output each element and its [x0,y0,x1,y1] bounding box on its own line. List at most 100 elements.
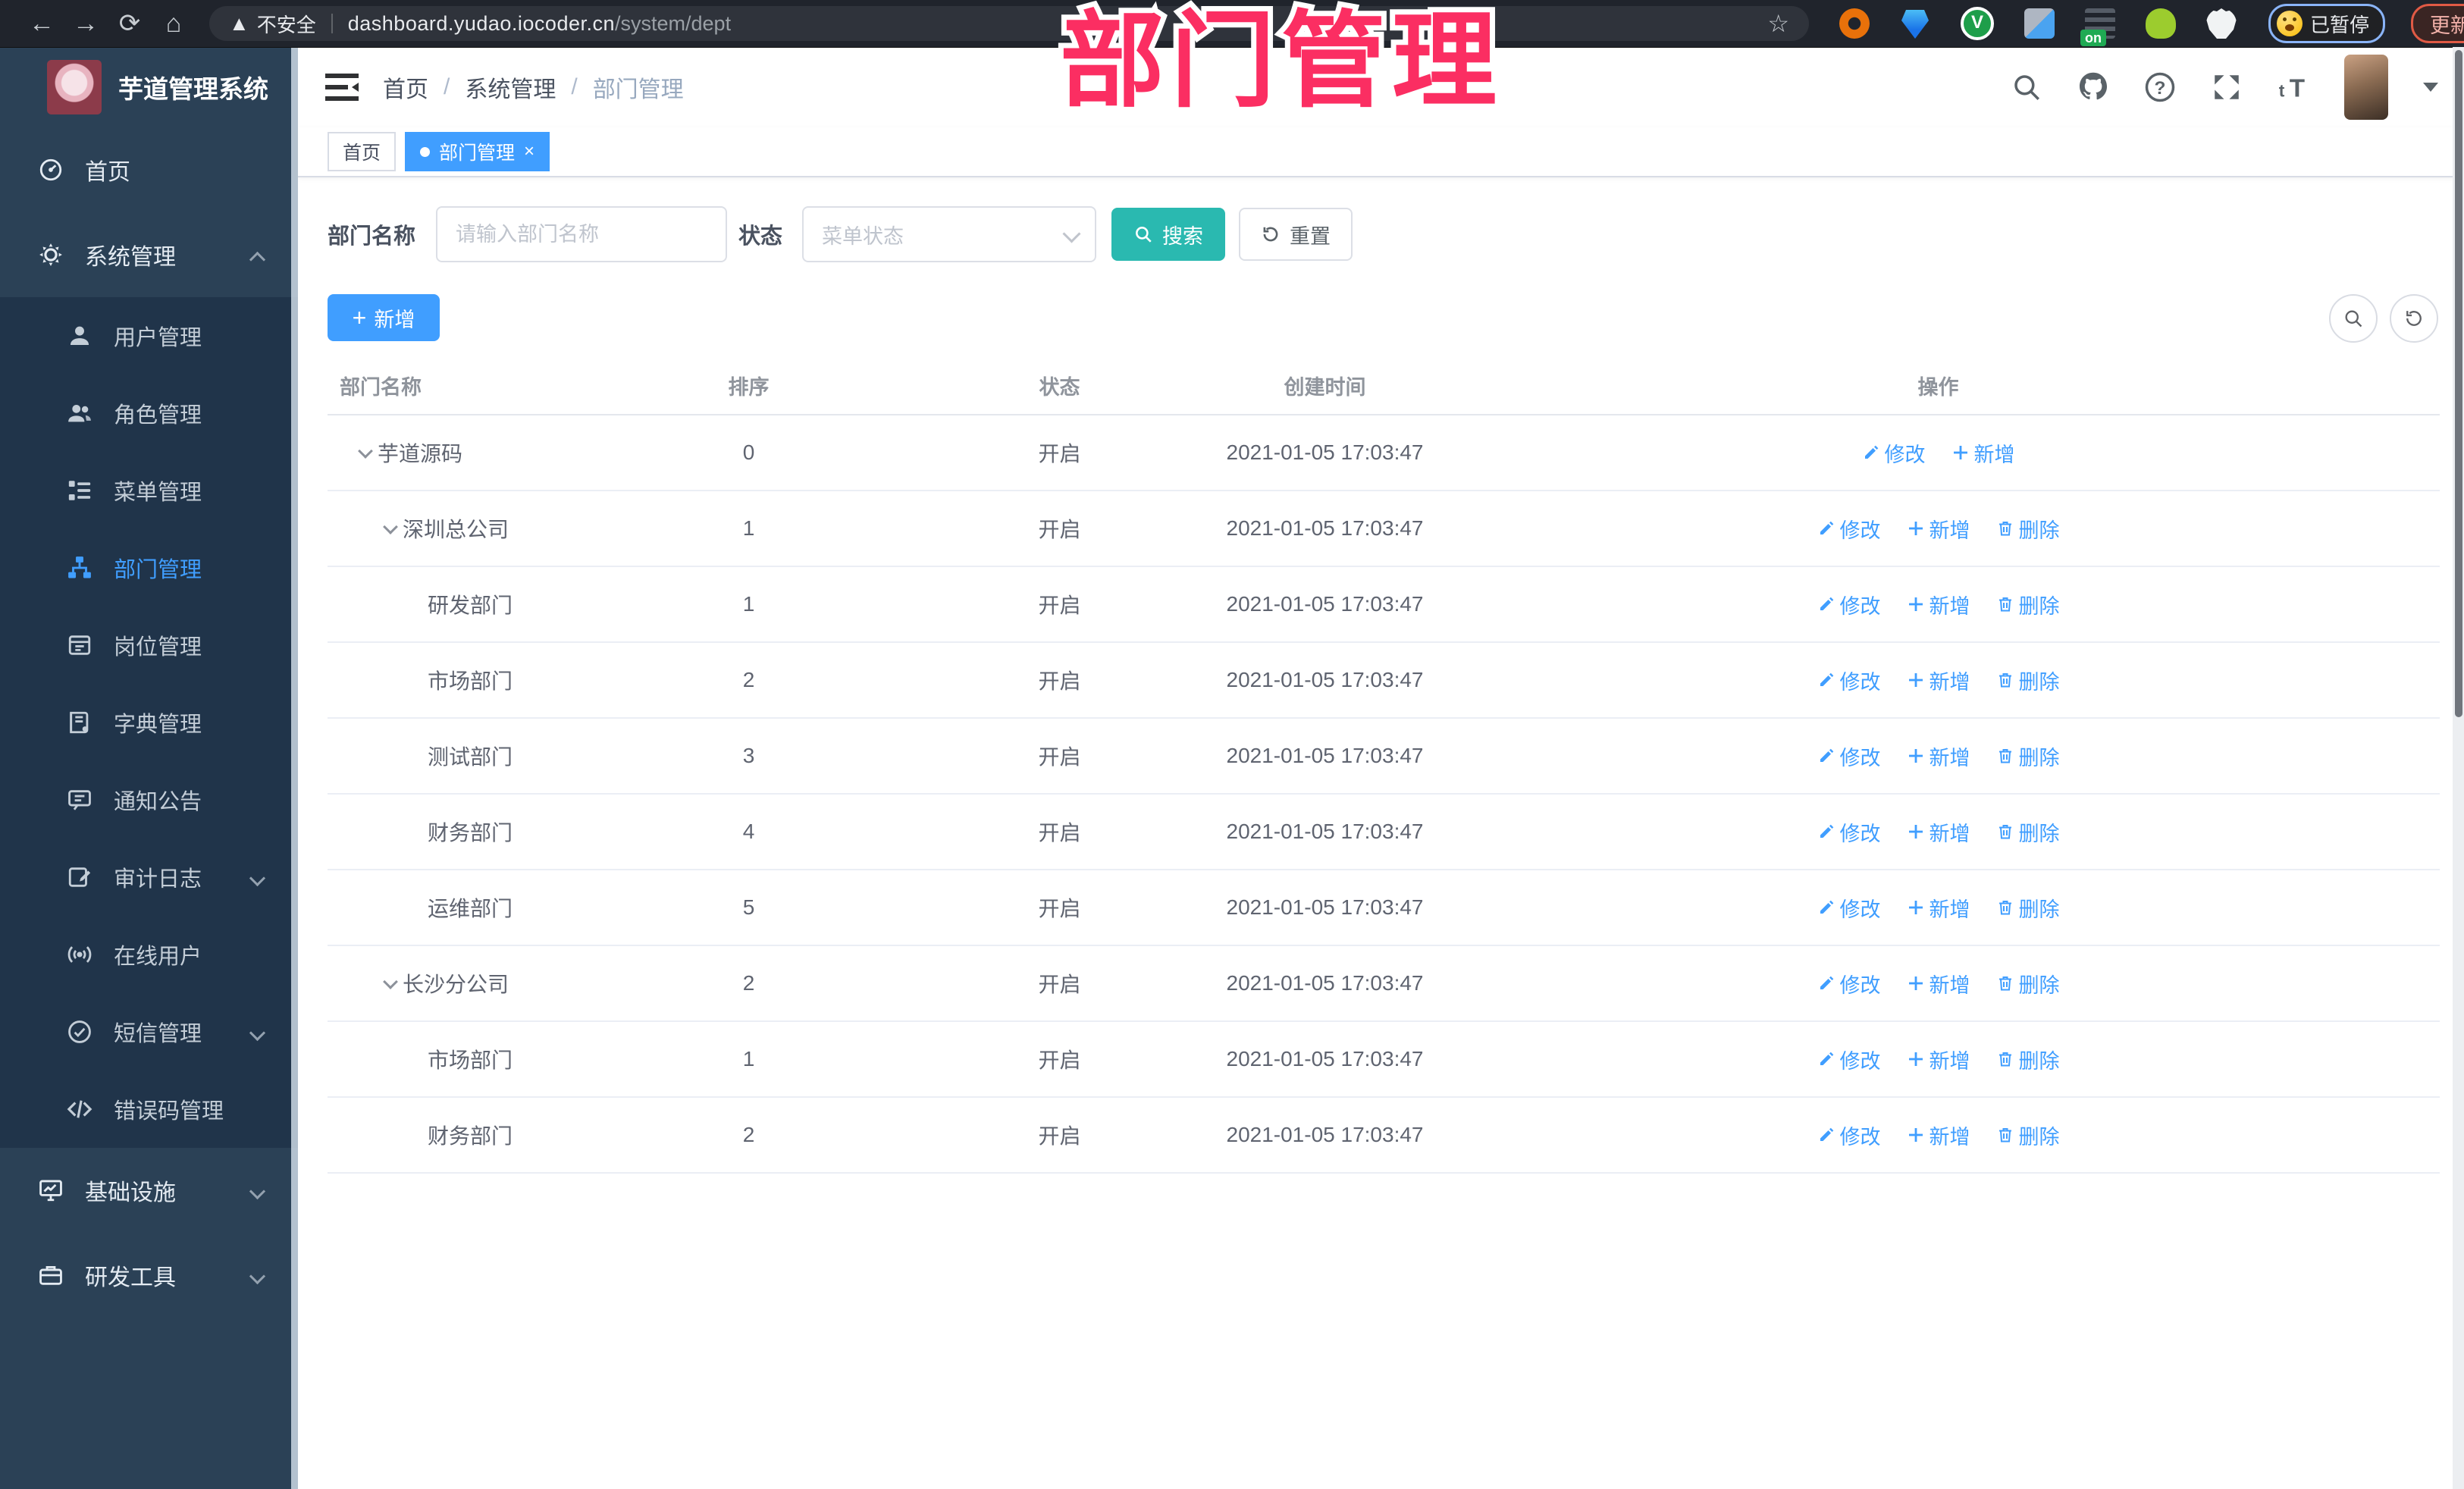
url-domain[interactable]: dashboard.yudao.iocoder.cn [348,12,615,36]
sidebar-collapse-icon[interactable] [325,72,359,102]
sidebar-item-短信管理[interactable]: 短信管理 [0,993,298,1071]
delete-link[interactable]: 删除 [1996,1121,2060,1150]
sidebar-item-部门管理[interactable]: 部门管理 [0,529,298,607]
delete-link[interactable]: 删除 [1996,741,2060,771]
sidebar-item-审计日志[interactable]: 审计日志 [0,839,298,916]
fullscreen-icon[interactable] [2211,71,2243,103]
delete-label: 删除 [2018,1049,2060,1073]
tree-expand-icon[interactable] [383,521,403,536]
add-link[interactable]: 新增 [1907,893,1970,923]
sidebar-item-基础设施[interactable]: 基础设施 [0,1148,298,1233]
breadcrumb-item-首页[interactable]: 首页 [383,71,428,104]
green-circle-extension-icon[interactable]: V [1961,7,1994,40]
sidebar-item-岗位管理[interactable]: 岗位管理 [0,607,298,684]
add-link[interactable]: 新增 [1907,1045,1970,1074]
toggle-search-button[interactable] [2329,294,2378,343]
add-link[interactable]: 新增 [1907,969,1970,998]
add-button[interactable]: + 新增 [328,294,440,341]
edit-link[interactable]: 修改 [1817,514,1881,544]
table-toolbar [2329,294,2438,343]
grid-extension-icon[interactable] [2024,8,2055,39]
sidebar-item-错误码管理[interactable]: 错误码管理 [0,1071,298,1148]
sidebar-item-通知公告[interactable]: 通知公告 [0,761,298,839]
paw-extension-icon[interactable] [2206,8,2237,39]
blue-pin-extension-icon[interactable] [1901,10,1929,39]
sidebar-item-研发工具[interactable]: 研发工具 [0,1233,298,1318]
add-link[interactable]: 新增 [1907,1121,1970,1150]
tree-expand-icon[interactable] [358,445,378,460]
edit-link[interactable]: 修改 [1817,1121,1881,1150]
edit-link[interactable]: 修改 [1817,741,1881,771]
delete-link[interactable]: 删除 [1996,514,2060,544]
reload-icon[interactable]: ⟳ [108,0,152,47]
cell-created: 2021-01-05 17:03:47 [1226,744,1424,767]
edit-link[interactable]: 修改 [1817,893,1881,923]
help-icon[interactable]: ? [2144,71,2176,103]
search-icon[interactable] [2011,71,2042,103]
delete-icon [1996,1126,2014,1144]
sidebar-item-字典管理[interactable]: 字典管理 [0,684,298,761]
list-on-extension-icon[interactable]: on [2080,8,2115,46]
font-size-icon[interactable]: tT [2277,71,2309,103]
add-link[interactable]: 新增 [1907,590,1970,619]
edit-link[interactable]: 修改 [1817,1045,1881,1074]
add-link[interactable]: 新增 [1907,817,1970,847]
sidebar-item-在线用户[interactable]: 在线用户 [0,916,298,993]
edit-link[interactable]: 修改 [1862,438,1926,468]
chrome-update-button[interactable]: 更新 [2411,4,2464,43]
reset-button[interactable]: 重置 [1239,208,1353,261]
security-warning-icon[interactable]: ▲ [229,12,249,36]
edit-link[interactable]: 修改 [1817,817,1881,847]
delete-link[interactable]: 删除 [1996,969,2060,998]
url-path[interactable]: /system/dept [615,12,731,36]
edit-link[interactable]: 修改 [1817,590,1881,619]
home-icon[interactable]: ⌂ [152,0,196,47]
cell-created: 2021-01-05 17:03:47 [1226,668,1424,691]
add-label: 新增 [1929,594,1970,618]
forward-icon[interactable]: → [64,0,108,47]
tab-部门管理[interactable]: 部门管理 × [405,132,550,171]
address-bar[interactable]: ▲ 不安全 dashboard.yudao.iocoder.cn /system… [209,6,1809,41]
caret-down-icon[interactable] [2423,83,2438,92]
delete-link[interactable]: 删除 [1996,1045,2060,1074]
sidebar-item-label: 通知公告 [114,790,202,814]
sidebar-item-角色管理[interactable]: 角色管理 [0,375,298,452]
sidebar-item-系统管理[interactable]: 系统管理 [0,212,298,297]
sidebar-item-用户管理[interactable]: 用户管理 [0,297,298,375]
app-logo-row[interactable]: 芋道管理系统 [0,47,298,127]
delete-link[interactable]: 删除 [1996,893,2060,923]
sidebar-item-菜单管理[interactable]: 菜单管理 [0,452,298,529]
breadcrumb-item-系统管理[interactable]: 系统管理 [465,71,556,104]
edit-icon [1862,444,1880,462]
back-icon[interactable]: ← [20,0,64,47]
page-scrollbar-thumb[interactable] [2455,50,2462,717]
github-icon[interactable] [2077,71,2109,103]
tab-首页[interactable]: 首页 [328,132,397,171]
page-scrollbar[interactable] [2453,47,2464,1489]
green-robot-extension-icon[interactable] [2146,8,2176,39]
profile-paused-chip[interactable]: 已暂停 [2268,4,2386,43]
bookmark-star-icon[interactable]: ☆ [1767,9,1789,38]
close-icon[interactable]: × [524,143,534,161]
sidebar-scrollbar[interactable] [291,47,298,1489]
add-link[interactable]: 新增 [1951,438,2015,468]
dept-name-input[interactable] [436,206,728,262]
add-link[interactable]: 新增 [1907,514,1970,544]
security-label[interactable]: 不安全 [257,10,316,38]
sidebar-item-首页[interactable]: 首页 [0,127,298,212]
status-select[interactable]: 菜单状态 [802,206,1097,262]
delete-link[interactable]: 删除 [1996,666,2060,695]
tree-expand-icon[interactable] [383,976,403,991]
edit-icon [1817,595,1835,613]
refresh-table-button[interactable] [2390,294,2438,343]
delete-link[interactable]: 删除 [1996,590,2060,619]
user-avatar[interactable] [2344,55,2388,120]
edit-link[interactable]: 修改 [1817,969,1881,998]
add-link[interactable]: 新增 [1907,741,1970,771]
search-button[interactable]: 搜索 [1111,208,1226,261]
edit-link[interactable]: 修改 [1817,666,1881,695]
orange-ring-extension-icon[interactable] [1839,8,1870,39]
delete-link[interactable]: 删除 [1996,817,2060,847]
paused-label: 已暂停 [2310,13,2370,36]
add-link[interactable]: 新增 [1907,666,1970,695]
